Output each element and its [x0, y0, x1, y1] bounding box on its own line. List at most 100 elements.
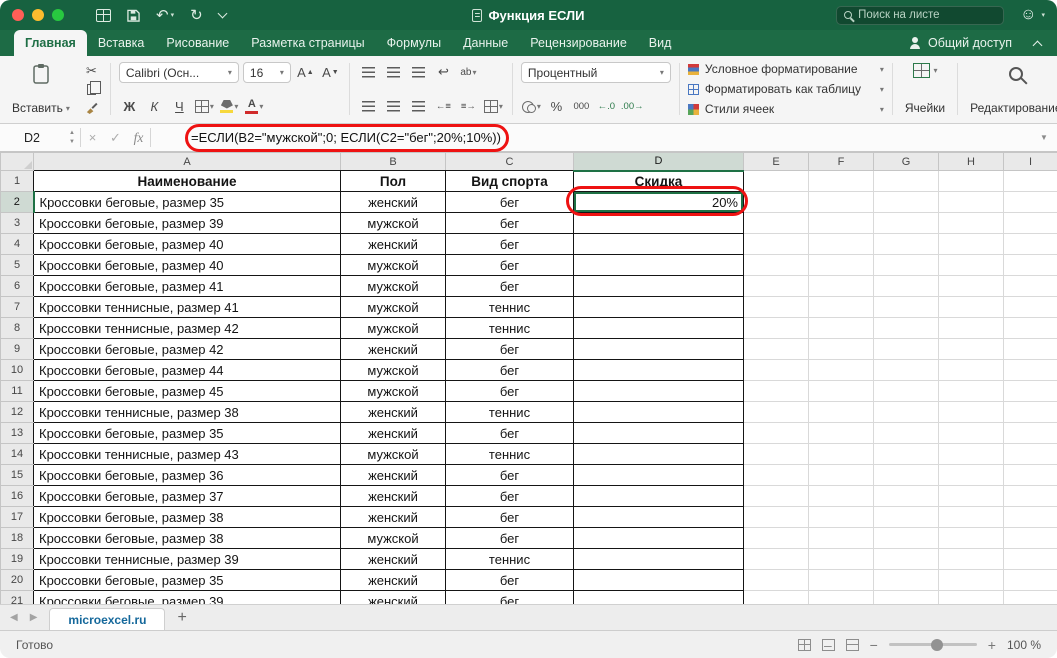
view-switcher-icon[interactable]: [96, 9, 111, 22]
sheet-tab-active[interactable]: microexcel.ru: [49, 608, 165, 630]
cell[interactable]: [939, 528, 1004, 549]
cell[interactable]: [744, 591, 809, 605]
zoom-in-icon[interactable]: +: [988, 637, 996, 653]
cell[interactable]: [1004, 591, 1057, 605]
align-middle-button[interactable]: [383, 62, 404, 82]
row-header-3[interactable]: 3: [1, 213, 34, 234]
cell-discount[interactable]: [574, 591, 744, 605]
cell[interactable]: [874, 255, 939, 276]
cell-name[interactable]: Кроссовки беговые, размер 38: [34, 528, 341, 549]
cell-name[interactable]: Кроссовки беговые, размер 42: [34, 339, 341, 360]
cell[interactable]: [874, 339, 939, 360]
cell[interactable]: [939, 213, 1004, 234]
cell[interactable]: [744, 549, 809, 570]
cell-discount[interactable]: [574, 339, 744, 360]
row-header-15[interactable]: 15: [1, 465, 34, 486]
cell[interactable]: [809, 591, 874, 605]
cell-gender[interactable]: мужской: [341, 213, 446, 234]
cell[interactable]: [809, 444, 874, 465]
cell[interactable]: [744, 570, 809, 591]
cell[interactable]: [939, 549, 1004, 570]
cell-sport[interactable]: бег: [446, 528, 574, 549]
cell[interactable]: [1004, 381, 1057, 402]
cell-gender[interactable]: женский: [341, 402, 446, 423]
cell[interactable]: [874, 213, 939, 234]
cell[interactable]: [809, 381, 874, 402]
cell[interactable]: [1004, 318, 1057, 339]
cell[interactable]: [809, 549, 874, 570]
save-icon[interactable]: [127, 9, 140, 22]
zoom-slider-knob[interactable]: [931, 639, 943, 651]
cell-name[interactable]: Кроссовки беговые, размер 40: [34, 234, 341, 255]
font-name-select[interactable]: Calibri (Осн...▾: [119, 62, 239, 83]
decrease-indent-button[interactable]: ←≡: [433, 96, 454, 116]
tab-Рисование[interactable]: Рисование: [155, 30, 240, 56]
cell[interactable]: [874, 360, 939, 381]
row-header-5[interactable]: 5: [1, 255, 34, 276]
cell[interactable]: [744, 402, 809, 423]
cell-sport[interactable]: бег: [446, 255, 574, 276]
row-header-13[interactable]: 13: [1, 423, 34, 444]
decrease-font-button[interactable]: A▼: [320, 63, 341, 83]
column-header-G[interactable]: G: [874, 153, 939, 171]
add-sheet-button[interactable]: +: [177, 609, 186, 627]
column-header-D[interactable]: D: [574, 153, 744, 171]
cell[interactable]: [1004, 171, 1057, 192]
page-break-view-icon[interactable]: [846, 639, 859, 651]
zoom-slider[interactable]: [889, 643, 977, 646]
cell[interactable]: [939, 339, 1004, 360]
zoom-out-icon[interactable]: −: [870, 637, 878, 653]
formula-input[interactable]: =ЕСЛИ(B2="мужской";0; ЕСЛИ(C2="бег";20%;…: [151, 124, 1031, 151]
cell-gender[interactable]: женский: [341, 591, 446, 605]
cell[interactable]: [809, 255, 874, 276]
cell-name[interactable]: Кроссовки беговые, размер 38: [34, 507, 341, 528]
cell-name[interactable]: Кроссовки беговые, размер 40: [34, 255, 341, 276]
cell-gender[interactable]: женский: [341, 234, 446, 255]
cut-button[interactable]: ✂: [81, 62, 102, 80]
cell[interactable]: [874, 486, 939, 507]
increase-font-button[interactable]: A▲: [295, 63, 316, 83]
cell[interactable]: [874, 381, 939, 402]
cell[interactable]: [1004, 549, 1057, 570]
cell[interactable]: [1004, 570, 1057, 591]
cell-name[interactable]: Кроссовки теннисные, размер 41: [34, 297, 341, 318]
cell[interactable]: [809, 507, 874, 528]
cell[interactable]: [809, 276, 874, 297]
cell[interactable]: [1004, 192, 1057, 213]
cell-discount[interactable]: [574, 318, 744, 339]
cell-discount[interactable]: [574, 444, 744, 465]
select-all-corner[interactable]: [1, 153, 34, 171]
search-box[interactable]: [836, 6, 1004, 25]
cell-header[interactable]: Пол: [341, 171, 446, 192]
cell[interactable]: [1004, 213, 1057, 234]
cell[interactable]: [809, 423, 874, 444]
cell[interactable]: [939, 423, 1004, 444]
cell[interactable]: [744, 423, 809, 444]
orientation-button[interactable]: ab▾: [458, 62, 479, 82]
cell-name[interactable]: Кроссовки беговые, размер 45: [34, 381, 341, 402]
cell-gender[interactable]: женский: [341, 339, 446, 360]
cell-discount[interactable]: [574, 213, 744, 234]
cell-name[interactable]: Кроссовки беговые, размер 39: [34, 213, 341, 234]
cell-discount[interactable]: [574, 549, 744, 570]
cell[interactable]: [1004, 234, 1057, 255]
cell[interactable]: [1004, 255, 1057, 276]
row-header-12[interactable]: 12: [1, 402, 34, 423]
cell[interactable]: [809, 318, 874, 339]
conditional-formatting-button[interactable]: Условное форматирование▾: [688, 62, 884, 76]
row-header-8[interactable]: 8: [1, 318, 34, 339]
cell-sport[interactable]: бег: [446, 507, 574, 528]
cell[interactable]: [1004, 465, 1057, 486]
cell-gender[interactable]: женский: [341, 507, 446, 528]
row-header-21[interactable]: 21: [1, 591, 34, 605]
enter-icon[interactable]: ✓: [104, 124, 127, 151]
collapse-ribbon-icon[interactable]: [1033, 40, 1043, 50]
cell[interactable]: [744, 297, 809, 318]
cell[interactable]: [1004, 444, 1057, 465]
cell[interactable]: [874, 192, 939, 213]
cell-sport[interactable]: бег: [446, 213, 574, 234]
cell[interactable]: [744, 276, 809, 297]
cell-name[interactable]: Кроссовки теннисные, размер 38: [34, 402, 341, 423]
align-right-button[interactable]: [408, 96, 429, 116]
cell-discount[interactable]: [574, 360, 744, 381]
